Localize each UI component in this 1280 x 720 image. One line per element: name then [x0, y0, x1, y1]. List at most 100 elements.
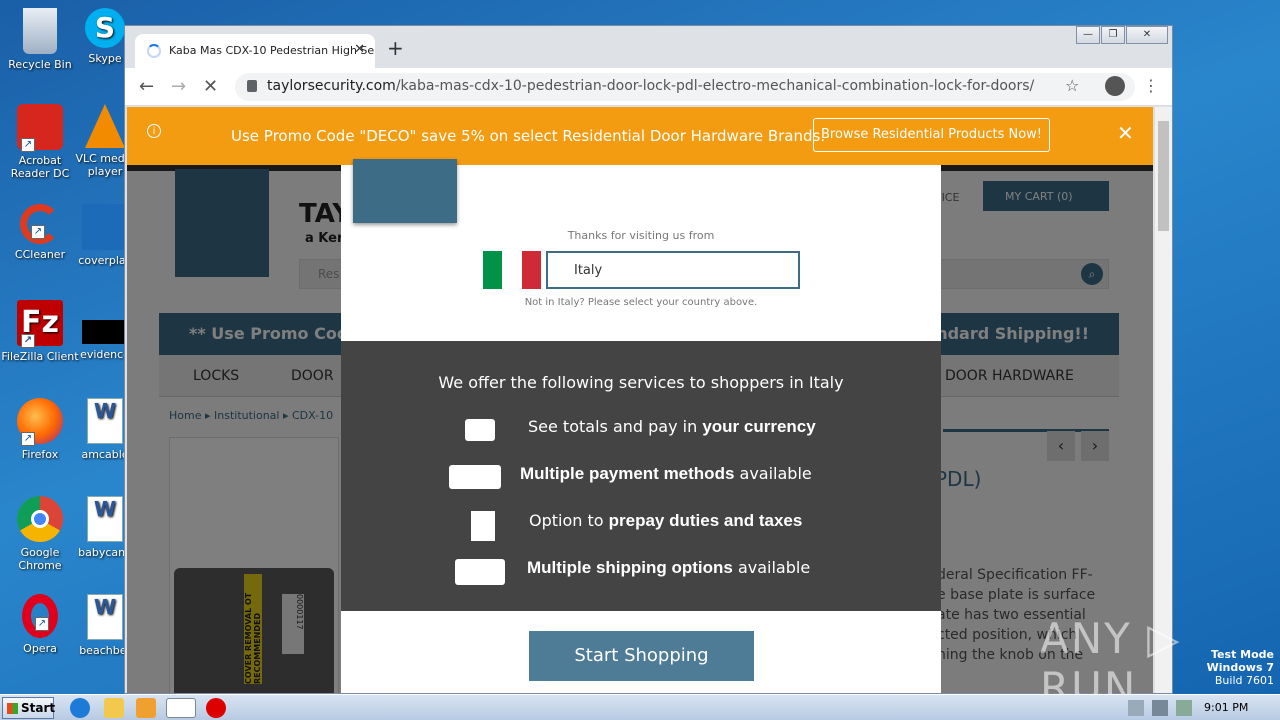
action-center-flag-icon[interactable] [1176, 700, 1192, 716]
profile-icon[interactable] [1105, 76, 1125, 96]
filezilla-icon: Fz ↗ [17, 300, 63, 348]
test-mode-label: Test Mode [1211, 648, 1274, 661]
bookmark-star-icon[interactable]: ☆ [1065, 76, 1079, 95]
service-bold: prepay duties and taxes [608, 511, 803, 530]
service-payment: Multiple payment methods available [520, 464, 812, 484]
address-bar[interactable]: taylorsecurity.com/kaba-mas-cdx-10-pedes… [235, 73, 1135, 101]
ie-icon[interactable] [70, 698, 90, 718]
page-scrollbar[interactable] [1154, 107, 1172, 693]
service-bold: Multiple payment methods [520, 464, 735, 483]
recycle-bin-icon [23, 8, 57, 54]
menu-icon[interactable]: ⋮ [1143, 76, 1159, 95]
maximize-button[interactable]: ❐ [1101, 26, 1125, 44]
word-document-icon: W [87, 398, 123, 444]
taskbar: Start 9:01 PM [0, 694, 1280, 720]
services-heading: We offer the following services to shopp… [438, 373, 844, 392]
shipping-truck-plane-icon [455, 559, 505, 585]
new-tab-button[interactable]: + [387, 36, 404, 60]
modal-header: Thanks for visiting us from Italy Not in… [341, 159, 941, 341]
not-in-country-text: Not in Italy? Please select your country… [524, 297, 758, 308]
desktop-icon-label: amcable [81, 448, 129, 461]
welcome-modal: Thanks for visiting us from Italy Not in… [341, 159, 941, 693]
start-shopping-button[interactable]: Start Shopping [529, 631, 754, 681]
service-bold: your currency [702, 417, 816, 436]
desktop-icon-acrobat[interactable]: ↗ Acrobat Reader DC [0, 104, 80, 180]
desktop-icon-label: Recycle Bin [8, 58, 72, 71]
service-text: available [732, 558, 811, 577]
chrome-taskbar-icon[interactable] [166, 698, 196, 718]
minimize-button[interactable]: — [1076, 26, 1100, 44]
os-label: Windows 7 [1206, 661, 1274, 674]
network-icon[interactable] [1152, 700, 1168, 716]
desktop-icon-label: Firefox [21, 448, 59, 461]
desktop-icon-ccleaner[interactable]: ↗ CCleaner [0, 204, 80, 261]
forward-icon[interactable]: → [171, 76, 186, 97]
scrollbar-thumb[interactable] [1158, 121, 1169, 231]
black-file-icon [82, 320, 128, 344]
desktop-icon-filezilla[interactable]: Fz ↗ FileZilla Client [0, 300, 80, 363]
modal-logo [353, 159, 457, 223]
explorer-icon[interactable] [104, 698, 124, 718]
skype-icon: S [85, 8, 125, 48]
windows-logo-icon [7, 703, 18, 714]
thanks-text: Thanks for visiting us from [567, 229, 715, 242]
firefox-icon: ↗ [17, 398, 63, 446]
modal-footer: Start Shopping [341, 611, 941, 693]
info-icon: i [147, 124, 161, 138]
service-shipping: Multiple shipping options available [527, 558, 810, 578]
desktop-icon-label: FileZilla Client [1, 350, 79, 363]
service-bold: Multiple shipping options [527, 558, 733, 577]
chrome-icon [17, 496, 63, 542]
service-currency: See totals and pay in your currency [528, 417, 816, 437]
tab-strip: Kaba Mas CDX-10 Pedestrian High Se ✕ + —… [125, 26, 1172, 68]
opera-taskbar-icon[interactable] [206, 698, 226, 718]
tab-title: Kaba Mas CDX-10 Pedestrian High Se [169, 44, 375, 57]
desktop-icon-label: evidence [80, 348, 130, 361]
start-button[interactable]: Start [2, 697, 55, 719]
country-select[interactable]: Italy [546, 251, 800, 289]
desktop-icon-label: Opera [23, 642, 57, 655]
close-banner-icon[interactable]: ✕ [1117, 121, 1134, 145]
payment-cards-icon [449, 465, 501, 489]
browser-tab[interactable]: Kaba Mas CDX-10 Pedestrian High Se ✕ [135, 34, 375, 68]
lock-icon [247, 80, 257, 92]
volume-icon[interactable] [1128, 700, 1144, 716]
ccleaner-icon: ↗ [20, 204, 60, 244]
media-player-icon[interactable] [136, 698, 156, 718]
service-text: See totals and pay in [528, 417, 703, 436]
word-document-icon: W [87, 496, 123, 542]
currency-icon [465, 419, 495, 441]
service-text: Option to [529, 511, 609, 530]
back-icon[interactable]: ← [139, 76, 154, 97]
stop-loading-icon[interactable]: ✕ [203, 76, 218, 97]
desktop-icon-label: Skype [88, 52, 122, 65]
desktop-icon-opera[interactable]: ↗ Opera [0, 594, 80, 655]
promo-message: Use Promo Code "DECO" save 5% on select … [231, 127, 826, 145]
web-page: i Use Promo Code "DECO" save 5% on selec… [127, 107, 1153, 693]
url-host: taylorsecurity.com [267, 78, 396, 94]
promo-banner: i Use Promo Code "DECO" save 5% on selec… [127, 107, 1153, 165]
taskbar-clock[interactable]: 9:01 PM [1204, 701, 1248, 714]
close-tab-icon[interactable]: ✕ [354, 42, 365, 57]
word-document-icon: W [87, 594, 123, 640]
build-label: Build 7601 [1214, 674, 1274, 687]
desktop-icon-firefox[interactable]: ↗ Firefox [0, 398, 80, 461]
document-icon [82, 204, 128, 250]
services-panel: We offer the following services to shopp… [341, 341, 941, 611]
desktop-icon-label: CCleaner [14, 248, 66, 261]
loading-spinner-icon [147, 44, 161, 58]
service-text: available [734, 464, 812, 483]
browser-toolbar: ← → ✕ taylorsecurity.com/kaba-mas-cdx-10… [125, 68, 1172, 106]
desktop-icon-label: Acrobat Reader DC [10, 154, 70, 180]
browse-residential-button[interactable]: Browse Residential Products Now! [813, 118, 1050, 152]
close-window-button[interactable]: ✕ [1126, 26, 1168, 44]
duties-document-icon [471, 511, 495, 541]
desktop-icon-label: Google Chrome [18, 546, 62, 572]
browser-window: Kaba Mas CDX-10 Pedestrian High Se ✕ + —… [124, 25, 1173, 694]
desktop-icon-chrome[interactable]: Google Chrome [0, 496, 80, 572]
country-value: Italy [574, 263, 603, 278]
desktop-icon-recycle-bin[interactable]: Recycle Bin [0, 8, 80, 71]
vlc-icon [85, 104, 125, 148]
windows-test-mode: Test Mode Windows 7 Build 7601 [1207, 648, 1274, 687]
url-path: /kaba-mas-cdx-10-pedestrian-door-lock-pd… [395, 78, 1035, 94]
